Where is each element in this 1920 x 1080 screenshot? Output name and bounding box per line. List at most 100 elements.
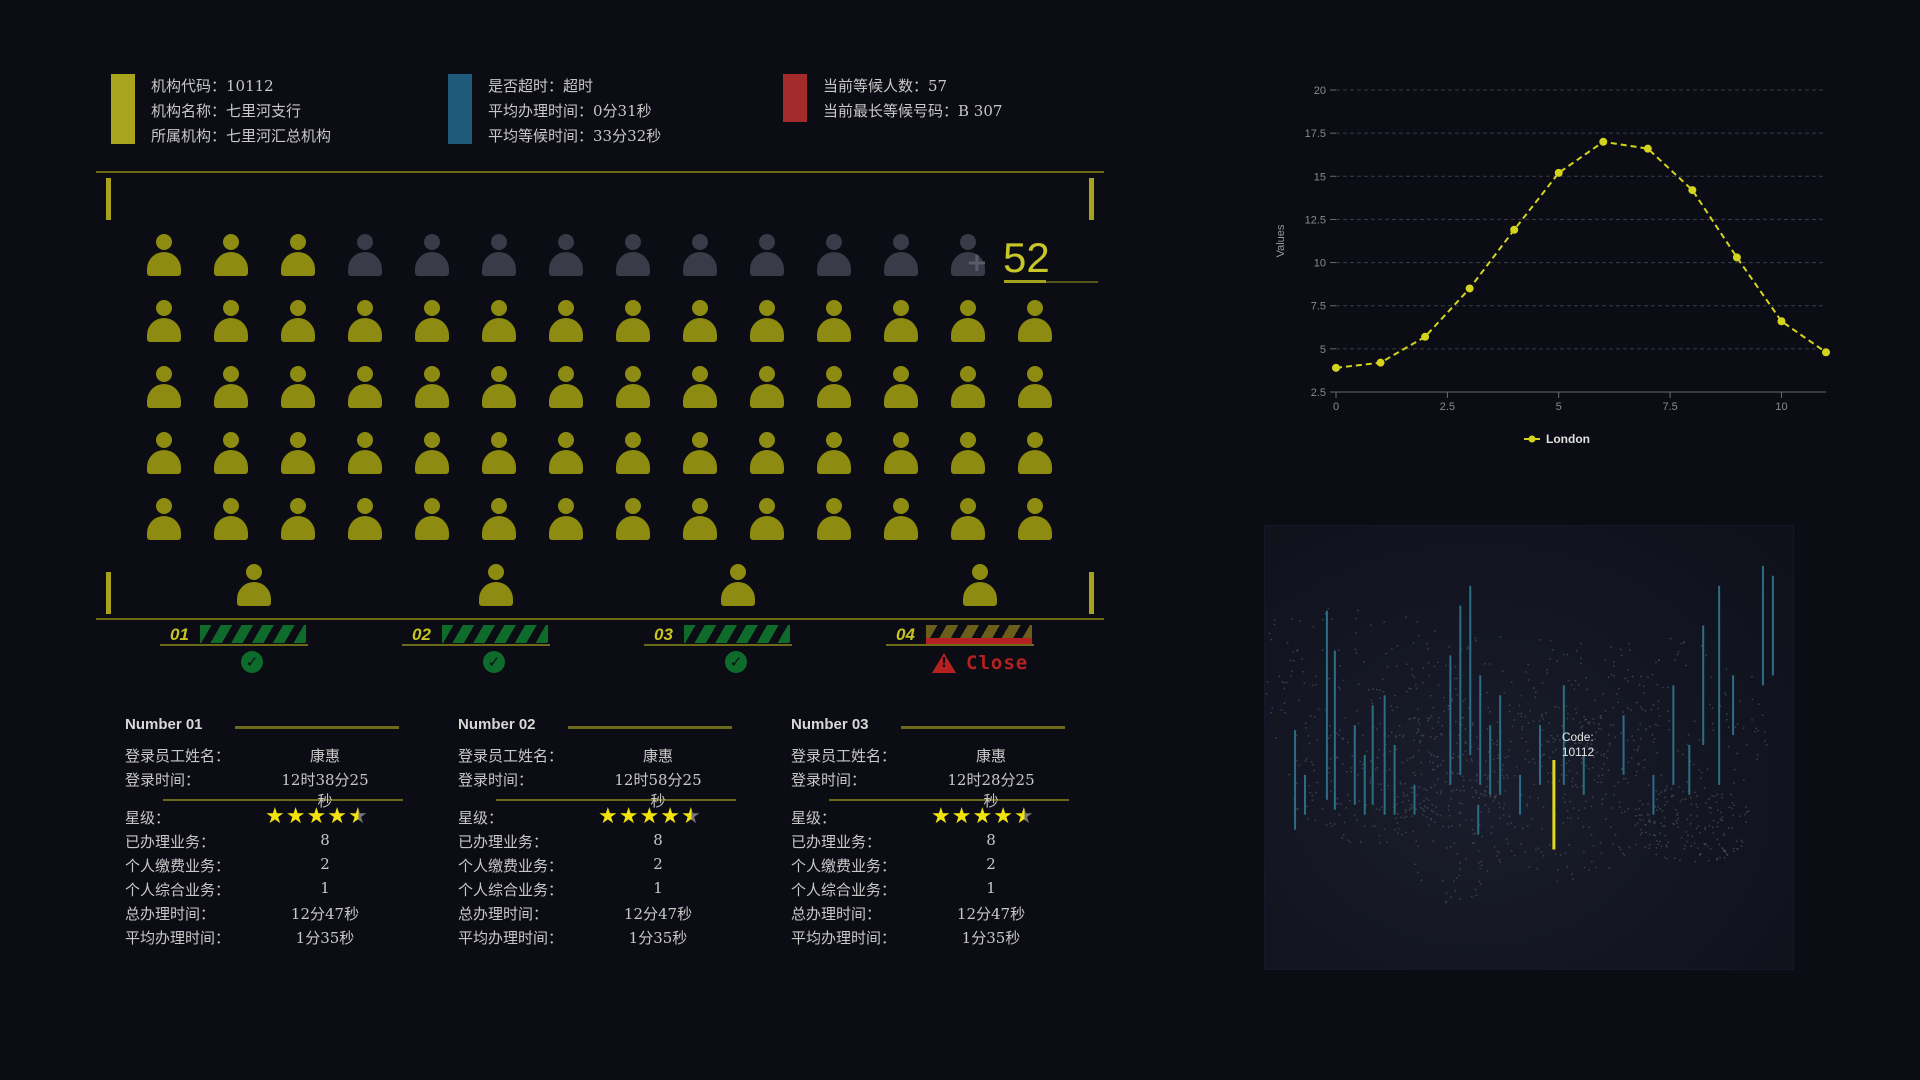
map-dot [1338,813,1341,816]
map-dot [1592,717,1595,720]
map-dot [1651,673,1654,676]
map-dot [1428,751,1430,754]
star-icon: ★ [598,804,619,829]
map-dot [1656,809,1658,811]
world-map[interactable]: Code: 10112 [1178,525,1794,970]
map-dot [1462,785,1465,788]
map-dot [1475,779,1478,782]
person-head [625,234,641,250]
map-dot [1341,763,1344,766]
map-dot [1498,806,1501,809]
map-dot [1663,803,1666,806]
map-dot [1478,880,1481,883]
map-dot [1520,694,1523,697]
map-dot [1508,704,1511,707]
map-dot [1371,702,1374,705]
map-dot [1739,700,1741,702]
map-dot [1484,794,1487,797]
map-dot [1504,789,1507,792]
map-dot [1618,806,1621,809]
counter-label-01[interactable]: 01 [160,625,308,646]
map-dot [1520,736,1523,739]
map-dot [1721,796,1724,799]
map-dot [1663,796,1666,799]
map-dot [1528,866,1531,869]
handled-row-label: 已办理业务： [125,833,216,851]
map-dot [1378,748,1381,751]
person-head [960,432,976,448]
map-dot [1420,879,1423,882]
person-body [683,318,717,342]
data-point [1822,348,1830,357]
avg-time-row-label: 平均办理时间： [125,929,231,947]
map-dot [1645,728,1648,731]
map-dot [1745,811,1748,814]
data-point [1465,284,1474,293]
avg-time-row-label: 平均办理时间： [791,929,897,947]
map-dot [1563,801,1566,804]
map-dot [1651,733,1654,736]
map-dot [1508,815,1511,818]
map-dot [1321,808,1324,810]
person-head [893,300,909,316]
map-dot [1464,728,1467,730]
queue-frame-top [96,171,1104,173]
map-dot [1455,742,1458,745]
map-dot [1715,801,1718,803]
person-body [1018,318,1052,342]
y-tick-label: 5 [1320,344,1326,356]
person-body [549,318,583,342]
map-dot [1451,756,1453,759]
person-icon [213,498,249,542]
map-dot [1415,808,1418,811]
map-dot [1307,817,1309,820]
person-icon [481,234,517,278]
total-time-row-value: 12分47秒 [290,905,360,923]
map-dot [1430,786,1432,789]
map-dot [1506,822,1509,825]
avg-time-row-label: 平均办理时间： [458,929,564,947]
map-dot [1494,795,1497,798]
map-dot [1450,798,1453,800]
map-dot [1600,852,1603,855]
map-dot [1695,815,1698,817]
map-dot [1429,736,1432,738]
map-dot [1339,664,1341,667]
counter-label-03[interactable]: 03 [644,625,792,646]
star-icon: ★ [347,804,369,829]
counter-label-04[interactable]: 04 [886,625,1034,646]
map-dot [1284,711,1286,714]
person-body [884,384,918,408]
map-dot [1571,777,1574,780]
person-head [424,300,440,316]
map-dot [1415,731,1418,734]
map-dot [1711,722,1714,725]
map-dot [1502,814,1505,816]
map-dot [1483,774,1486,776]
map-dot [1270,638,1273,641]
map-dot [1399,780,1402,783]
map-dot [1280,709,1283,712]
map-dot [1443,710,1446,713]
map-dot [1564,793,1566,796]
map-dot [1290,618,1293,621]
person-body [482,384,516,408]
map-dot [1418,718,1420,721]
map-dot [1343,821,1346,824]
map-dot [1423,810,1425,812]
map-dot [1681,753,1684,756]
star-icon: ★ [285,804,307,829]
person-head [424,498,440,514]
counter-label-02[interactable]: 02 [402,625,550,646]
map-dot [1429,754,1432,757]
map-dot [1712,832,1715,834]
map-dot [1734,726,1737,728]
map-dot [1532,758,1534,761]
map-dot [1442,759,1445,762]
map-dot [1627,680,1630,683]
map-dot [1590,833,1593,836]
map-dot [1313,715,1316,718]
map-dot [1745,743,1748,746]
map-dot [1690,845,1693,847]
map-dot [1313,769,1315,772]
